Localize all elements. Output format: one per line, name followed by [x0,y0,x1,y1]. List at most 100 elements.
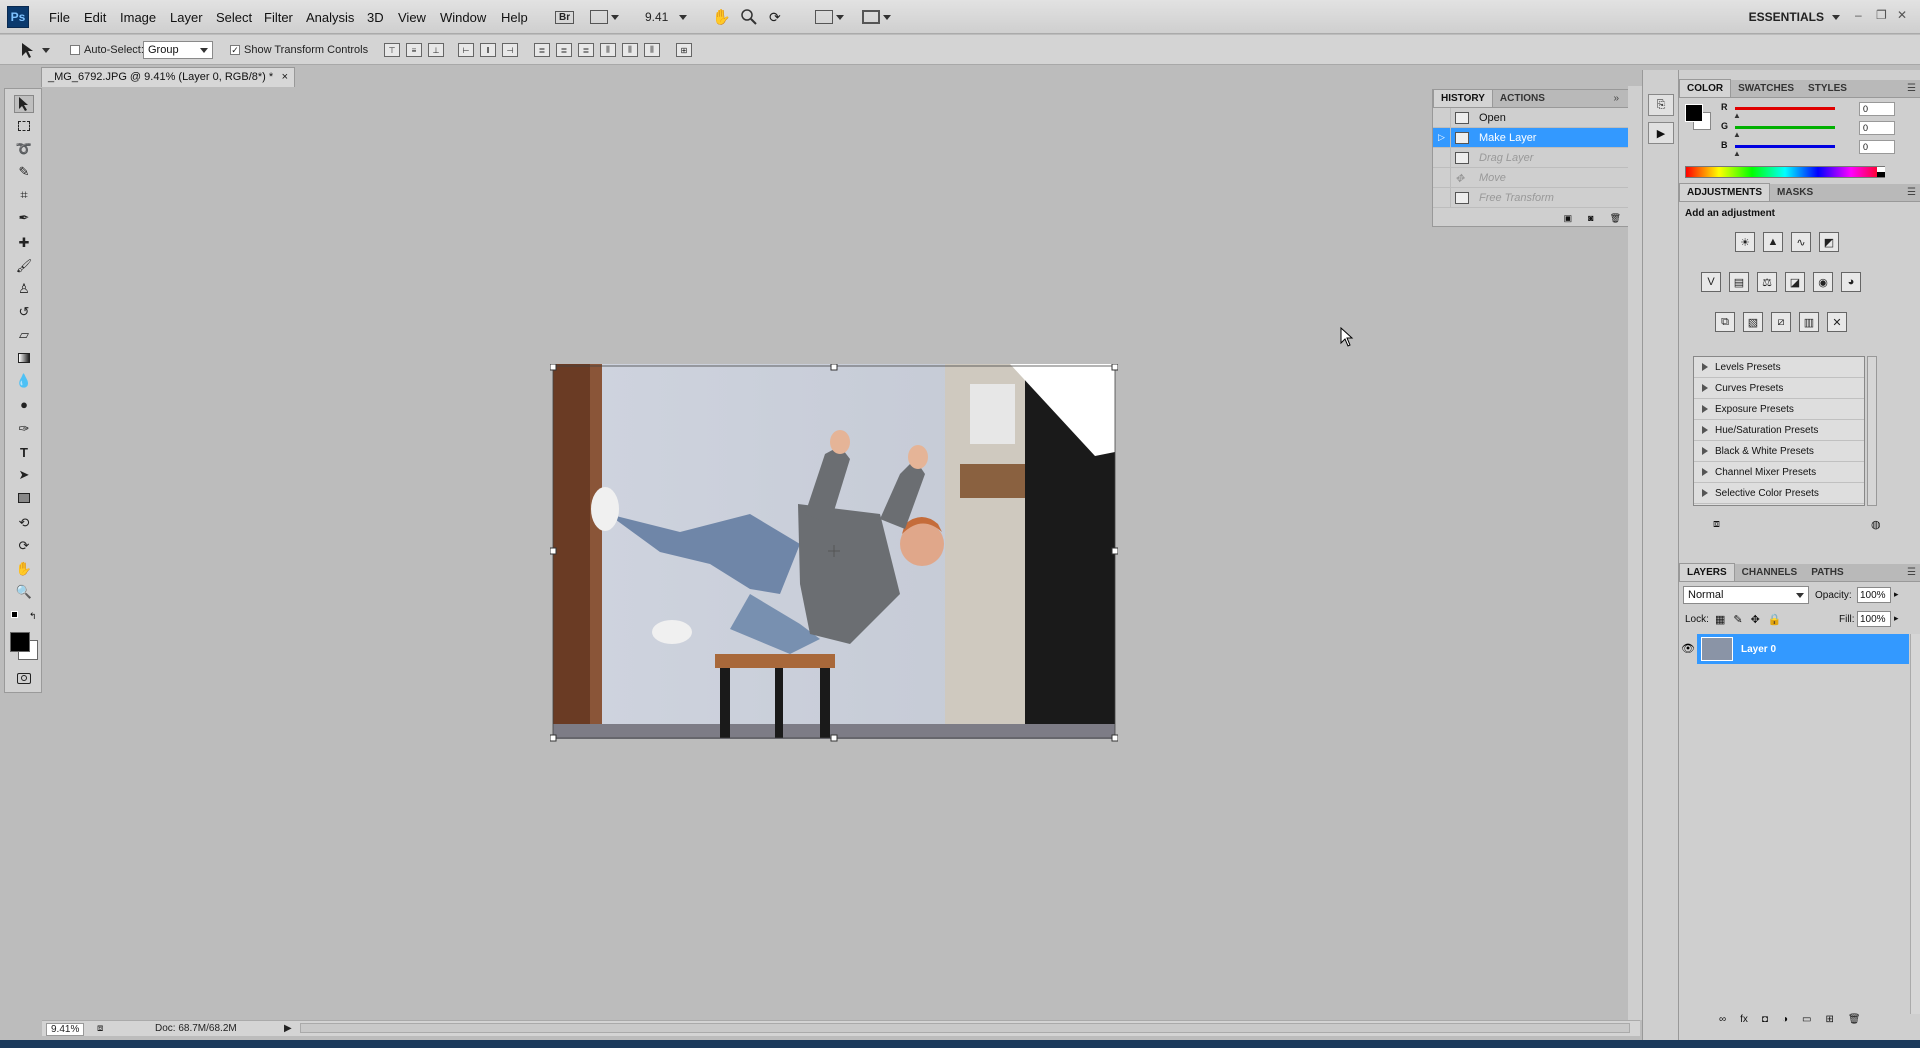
black-white-ramp[interactable] [1877,167,1885,177]
new-adjustment-layer-icon[interactable]: ◑ [1782,1014,1788,1025]
menu-help[interactable]: Help [501,10,528,25]
crop-tool-icon[interactable]: ⌗ [14,186,34,204]
view-options-icon[interactable]: ◍ [1871,518,1881,531]
auto-select-toggle[interactable]: Auto-Select: [70,44,144,56]
slider-thumb-icon[interactable]: ▲ [1733,111,1741,120]
slider-thumb-icon[interactable]: ▲ [1733,149,1741,158]
zoom-field[interactable]: 9.41% [46,1023,85,1036]
screen-mode-dropdown[interactable] [862,6,891,28]
layers-scrollbar[interactable] [1910,634,1920,1014]
slider-thumb-icon[interactable]: ▲ [1733,130,1741,139]
distribute-left-icon[interactable]: ⫼ [600,43,616,57]
brush-tool-icon[interactable]: 🖌 [14,257,34,275]
history-brush-tool-icon[interactable]: ↺ [14,303,34,321]
zoom-level-dropdown[interactable]: 9.41 [645,6,688,28]
channel-value-field[interactable]: 0 [1859,140,1895,154]
history-item[interactable]: Open [1433,108,1641,128]
hand-tool-icon[interactable]: ✋ [712,6,731,28]
menu-select[interactable]: Select [216,10,252,25]
panel-menu-icon[interactable]: ☰ [1907,567,1916,578]
lasso-tool-icon[interactable]: ➰ [14,140,34,158]
tab-history[interactable]: HISTORY [1433,89,1493,107]
pen-tool-icon[interactable]: ✑ [14,420,34,438]
gradient-map-icon[interactable]: ▥ [1799,312,1819,332]
align-bottom-icon[interactable]: ⊥ [428,43,444,57]
tab-actions[interactable]: ACTIONS [1493,90,1552,107]
healing-brush-tool-icon[interactable]: ✚ [14,234,34,252]
layer-visibility-eye-icon[interactable]: 👁 [1679,634,1697,664]
blur-tool-icon[interactable]: 💧 [14,372,34,390]
rotate-view-icon[interactable]: ⟳ [769,6,781,28]
path-selection-tool-icon[interactable]: ➤ [14,466,34,484]
tool-preset-picker[interactable] [18,41,50,59]
add-mask-icon[interactable]: ◘ [1762,1014,1768,1025]
preset-item[interactable]: Black & White Presets [1694,441,1864,462]
history-item[interactable]: Drag Layer [1433,148,1641,168]
minimize-button[interactable]: – [1855,8,1862,22]
hue-saturation-icon[interactable]: ▤ [1729,272,1749,292]
close-document-icon[interactable]: × [282,71,288,84]
layer-style-icon[interactable]: fx [1740,1014,1748,1025]
auto-select-checkbox[interactable] [70,45,80,55]
mini-bridge-dropdown[interactable] [590,6,619,28]
type-tool-icon[interactable]: T [14,443,34,461]
selective-color-icon[interactable]: ✕ [1827,312,1847,332]
3d-rotate-tool-icon[interactable]: ⟲ [14,514,34,532]
distribute-top-icon[interactable]: ≣ [534,43,550,57]
brightness-contrast-icon[interactable]: ☀ [1735,232,1755,252]
new-snapshot-icon[interactable]: ◙ [1588,213,1593,224]
expand-triangle-icon[interactable] [1702,447,1708,455]
preset-item[interactable]: Hue/Saturation Presets [1694,420,1864,441]
menu-layer[interactable]: Layer [170,10,203,25]
menu-file[interactable]: File [49,10,70,25]
history-item-selected[interactable]: ▷ Make Layer [1433,128,1641,148]
show-transform-toggle[interactable]: ✓ Show Transform Controls [230,44,368,56]
tab-masks[interactable]: MASKS [1770,184,1820,201]
horizontal-scrollbar[interactable] [300,1023,1630,1033]
tab-color[interactable]: COLOR [1679,79,1732,97]
align-right-icon[interactable]: ⊣ [502,43,518,57]
lock-image-icon[interactable]: ✎ [1733,613,1742,626]
new-group-icon[interactable]: ▭ [1802,1014,1811,1025]
preset-item[interactable]: Selective Color Presets [1694,483,1864,504]
exposure-icon[interactable]: ◩ [1819,232,1839,252]
arrange-documents-dropdown[interactable] [815,6,844,28]
delete-layer-icon[interactable]: 🗑 [1848,1014,1861,1025]
actions-panel-icon[interactable]: ▶ [1648,122,1674,144]
auto-align-icon[interactable]: ⊞ [676,43,692,57]
move-tool-icon[interactable] [14,95,34,113]
menu-analysis[interactable]: Analysis [306,10,354,25]
eraser-tool-icon[interactable]: ▱ [14,326,34,344]
fill-field[interactable]: 100% [1857,611,1891,627]
workspace-switcher[interactable]: ESSENTIALS [1749,10,1840,24]
document-canvas[interactable] [550,364,1118,742]
clip-to-layer-icon[interactable]: ⧈ [1713,518,1720,531]
expand-triangle-icon[interactable] [1702,363,1708,371]
align-hcenter-icon[interactable]: ‖ [480,43,496,57]
bridge-button[interactable]: Br [555,6,575,28]
distribute-bottom-icon[interactable]: ≣ [578,43,594,57]
panel-menu-icon[interactable]: ☰ [1907,83,1916,94]
foreground-color-swatch[interactable] [1685,104,1703,122]
expand-triangle-icon[interactable] [1702,405,1708,413]
close-button[interactable]: ✕ [1897,8,1907,22]
vertical-scrollbar[interactable] [1628,86,1642,1020]
preset-item[interactable]: Curves Presets [1694,378,1864,399]
channel-slider[interactable] [1735,107,1835,110]
gradient-tool-icon[interactable] [14,349,34,367]
lock-all-icon[interactable]: 🔒 [1768,613,1782,626]
zoom-tool-icon[interactable]: 🔍 [14,583,34,601]
menu-3d[interactable]: 3D [367,10,384,25]
link-layers-icon[interactable]: ∞ [1719,1014,1726,1025]
restore-button[interactable]: ❐ [1876,8,1887,22]
clone-stamp-tool-icon[interactable]: ♙ [14,280,34,298]
color-balance-icon[interactable]: ⚖ [1757,272,1777,292]
blend-mode-dropdown[interactable]: Normal [1683,586,1809,604]
tab-paths[interactable]: PATHS [1804,564,1850,581]
distribute-vcenter-icon[interactable]: ≣ [556,43,572,57]
history-item[interactable]: Free Transform [1433,188,1641,208]
menu-edit[interactable]: Edit [84,10,106,25]
channel-value-field[interactable]: 0 [1859,102,1895,116]
threshold-icon[interactable]: ⧄ [1771,312,1791,332]
color-spectrum-ramp[interactable] [1685,166,1885,178]
